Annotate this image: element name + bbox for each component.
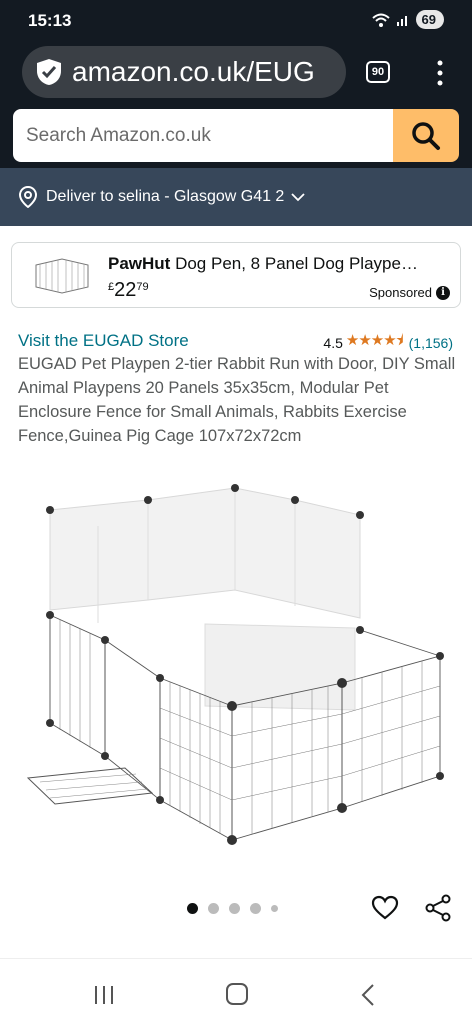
ad-title-text: Dog Pen, 8 Panel Dog Plaype… bbox=[175, 254, 418, 273]
search-bar bbox=[13, 109, 459, 162]
url-text[interactable]: amazon.co.uk/EUG bbox=[72, 56, 342, 88]
home-icon[interactable] bbox=[226, 983, 248, 1005]
carousel-dot[interactable] bbox=[271, 905, 278, 912]
header: 15:13 69 amazon.co.uk/EUG 90 Deliver to … bbox=[0, 0, 472, 226]
deliver-to-text[interactable]: Deliver to selina - Glasgow G41 2 bbox=[46, 188, 284, 206]
rating-value: 4.5 bbox=[323, 334, 343, 351]
secure-shield-icon[interactable] bbox=[36, 58, 62, 86]
tab-switcher-button[interactable]: 90 bbox=[366, 61, 390, 83]
android-nav-bar bbox=[0, 958, 472, 1024]
wifi-icon bbox=[371, 13, 390, 27]
deliver-to-bar[interactable]: Deliver to selina - Glasgow G41 2 bbox=[0, 168, 472, 226]
ad-price-currency: £ bbox=[108, 281, 115, 293]
battery-indicator: 69 bbox=[415, 10, 444, 29]
carousel-dot[interactable] bbox=[187, 903, 198, 914]
carousel-dot[interactable] bbox=[229, 903, 240, 914]
carousel-dot[interactable] bbox=[250, 903, 261, 914]
search-icon bbox=[412, 121, 440, 150]
status-time: 15:13 bbox=[28, 11, 72, 30]
signal-icon bbox=[396, 15, 407, 26]
status-bar: 15:13 69 bbox=[0, 0, 472, 44]
address-bar[interactable]: amazon.co.uk/EUG bbox=[22, 46, 346, 98]
location-pin-icon bbox=[18, 186, 38, 208]
sponsored-ad-card[interactable]: PawHut Dog Pen, 8 Panel Dog Plaype… £227… bbox=[11, 242, 461, 308]
ad-price: £2279 bbox=[108, 279, 149, 302]
info-icon[interactable]: i bbox=[436, 285, 450, 300]
back-icon[interactable] bbox=[360, 983, 376, 1007]
search-input[interactable] bbox=[13, 109, 393, 162]
status-icons: 69 bbox=[371, 10, 444, 29]
ad-price-fraction: 79 bbox=[136, 281, 149, 293]
product-title: EUGAD Pet Playpen 2-tier Rabbit Run with… bbox=[18, 355, 456, 445]
visit-store-link[interactable]: Visit the EUGAD Store bbox=[18, 331, 189, 351]
recent-apps-icon[interactable] bbox=[92, 985, 116, 1005]
sponsored-text: Sponsored bbox=[369, 285, 432, 300]
rating-count-link[interactable]: (1,156) bbox=[409, 335, 453, 351]
more-options-icon[interactable] bbox=[434, 58, 446, 88]
search-button[interactable] bbox=[393, 109, 459, 162]
ad-brand: PawHut bbox=[108, 254, 171, 273]
heart-icon[interactable] bbox=[371, 894, 399, 922]
share-icon[interactable] bbox=[424, 894, 452, 922]
sponsored-label[interactable]: Sponsored i bbox=[369, 285, 450, 300]
ad-price-whole: 22 bbox=[114, 279, 137, 301]
product-image[interactable] bbox=[20, 478, 460, 858]
chevron-down-icon bbox=[291, 193, 305, 202]
image-carousel-dots[interactable] bbox=[187, 903, 278, 914]
ad-product-thumbnail bbox=[35, 258, 89, 294]
ad-title[interactable]: PawHut Dog Pen, 8 Panel Dog Plaype… bbox=[108, 254, 448, 274]
carousel-dot[interactable] bbox=[208, 903, 219, 914]
